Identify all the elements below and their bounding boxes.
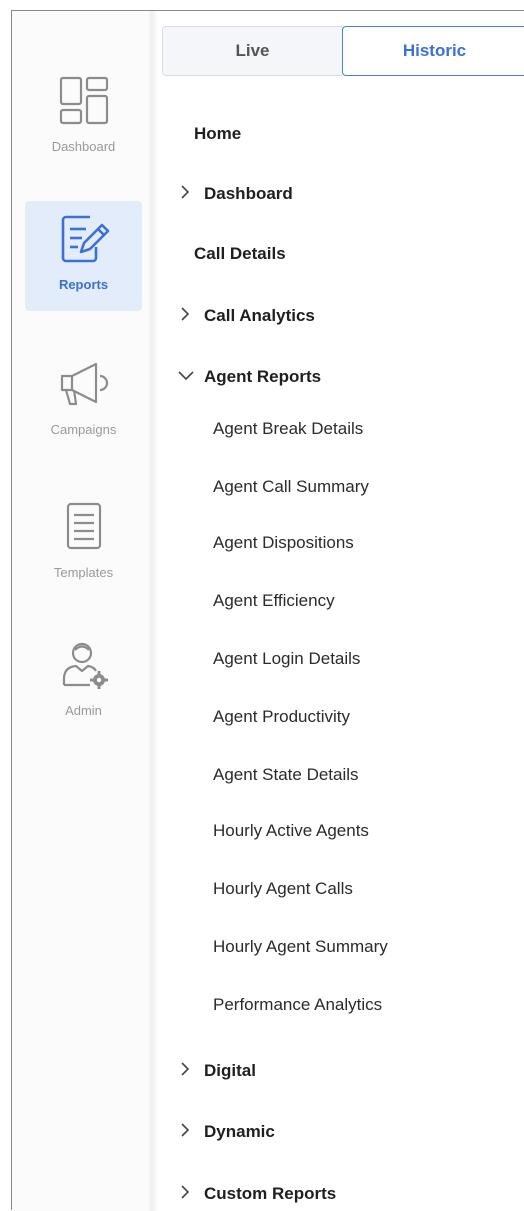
nav-subitem-hourly-agent-summary[interactable]: Hourly Agent Summary — [213, 930, 388, 964]
nav-item-digital[interactable]: Digital — [178, 1054, 256, 1088]
rail-item-dashboard[interactable]: Dashboard — [25, 63, 142, 173]
rail-item-label: Campaigns — [50, 422, 117, 437]
tab-historic[interactable]: Historic — [342, 26, 524, 76]
rail-item-label: Reports — [58, 277, 109, 292]
chevron-right-icon — [178, 184, 198, 204]
nav-subitem-hourly-agent-calls[interactable]: Hourly Agent Calls — [213, 872, 353, 906]
tab-live-label: Live — [235, 41, 270, 60]
nav-item-label: Call Analytics — [204, 306, 315, 325]
nav-subitem-label: Agent Productivity — [213, 707, 351, 726]
nav-item-label: Dashboard — [204, 184, 293, 203]
nav-item-label: Agent Reports — [204, 367, 322, 386]
nav-subitem-label: Hourly Agent Summary — [213, 937, 388, 956]
nav-subitem-label: Hourly Active Agents — [213, 821, 369, 840]
nav-subitem-agent-call-summary[interactable]: Agent Call Summary — [213, 470, 369, 504]
nav-item-label: Custom Reports — [204, 1184, 337, 1203]
nav-item-home[interactable]: Home — [194, 117, 241, 151]
megaphone-icon — [54, 354, 114, 414]
chevron-right-icon — [178, 306, 198, 326]
nav-subitem-agent-dispositions[interactable]: Agent Dispositions — [213, 526, 354, 560]
nav-subitem-agent-login-details[interactable]: Agent Login Details — [213, 642, 360, 676]
nav-item-custom-reports[interactable]: Custom Reports — [178, 1177, 336, 1211]
rail-item-templates[interactable]: Templates — [25, 489, 142, 599]
nav-subitem-agent-break-details[interactable]: Agent Break Details — [213, 412, 363, 446]
nav-subitem-agent-state-details[interactable]: Agent State Details — [213, 758, 359, 792]
tab-historic-label: Historic — [402, 41, 467, 60]
nav-item-call-analytics[interactable]: Call Analytics — [178, 299, 315, 333]
nav-subitem-label: Agent Dispositions — [213, 533, 354, 552]
admin-user-icon — [56, 635, 112, 695]
nav-subitem-agent-productivity[interactable]: Agent Productivity — [213, 700, 350, 734]
nav-item-agent-reports[interactable]: Agent Reports — [178, 360, 321, 394]
nav-subitem-label: Agent Login Details — [213, 649, 361, 668]
chevron-down-icon — [178, 367, 198, 387]
nav-item-label: Home — [194, 124, 242, 143]
chevron-right-icon — [178, 1184, 198, 1204]
nav-item-label: Digital — [204, 1061, 256, 1080]
chevron-right-icon — [178, 1061, 198, 1081]
rail-item-label: Admin — [65, 703, 102, 718]
nav-subitem-label: Hourly Agent Calls — [213, 879, 353, 898]
nav-subitem-label: Performance Analytics — [213, 995, 383, 1014]
live-historic-toggle: Live Historic — [162, 26, 524, 76]
tab-live[interactable]: Live — [162, 26, 342, 76]
dashboard-icon — [56, 71, 112, 131]
nav-subitem-label: Agent Efficiency — [213, 591, 335, 610]
rail-item-label: Dashboard — [51, 139, 116, 154]
rail-divider — [148, 11, 158, 1211]
rail-item-reports[interactable]: Reports — [25, 201, 142, 311]
nav-item-label: Dynamic — [204, 1122, 275, 1141]
chevron-right-icon — [178, 1122, 198, 1142]
nav-item-dynamic[interactable]: Dynamic — [178, 1115, 275, 1149]
nav-subitem-performance-analytics[interactable]: Performance Analytics — [213, 988, 382, 1022]
nav-subitem-agent-efficiency[interactable]: Agent Efficiency — [213, 584, 335, 618]
nav-item-dashboard[interactable]: Dashboard — [178, 177, 293, 211]
reports-nav-panel: Live Historic Home Dashboard Call Detail… — [158, 11, 524, 1211]
nav-subitem-label: Agent Break Details — [213, 419, 364, 438]
rail-item-campaigns[interactable]: Campaigns — [25, 346, 142, 456]
document-icon — [59, 497, 109, 557]
reports-icon — [56, 209, 112, 269]
nav-item-label: Call Details — [194, 244, 286, 263]
rail-item-admin[interactable]: Admin — [25, 627, 142, 737]
nav-subitem-hourly-active-agents[interactable]: Hourly Active Agents — [213, 814, 369, 848]
nav-subitem-label: Agent Call Summary — [213, 477, 369, 496]
rail-item-label: Templates — [53, 565, 114, 580]
app-frame: Dashboard Reports Campaigns Templates Ad… — [11, 10, 524, 1211]
nav-item-call-details[interactable]: Call Details — [194, 237, 286, 271]
icon-rail: Dashboard Reports Campaigns Templates Ad… — [12, 11, 152, 1211]
nav-subitem-label: Agent State Details — [213, 765, 359, 784]
